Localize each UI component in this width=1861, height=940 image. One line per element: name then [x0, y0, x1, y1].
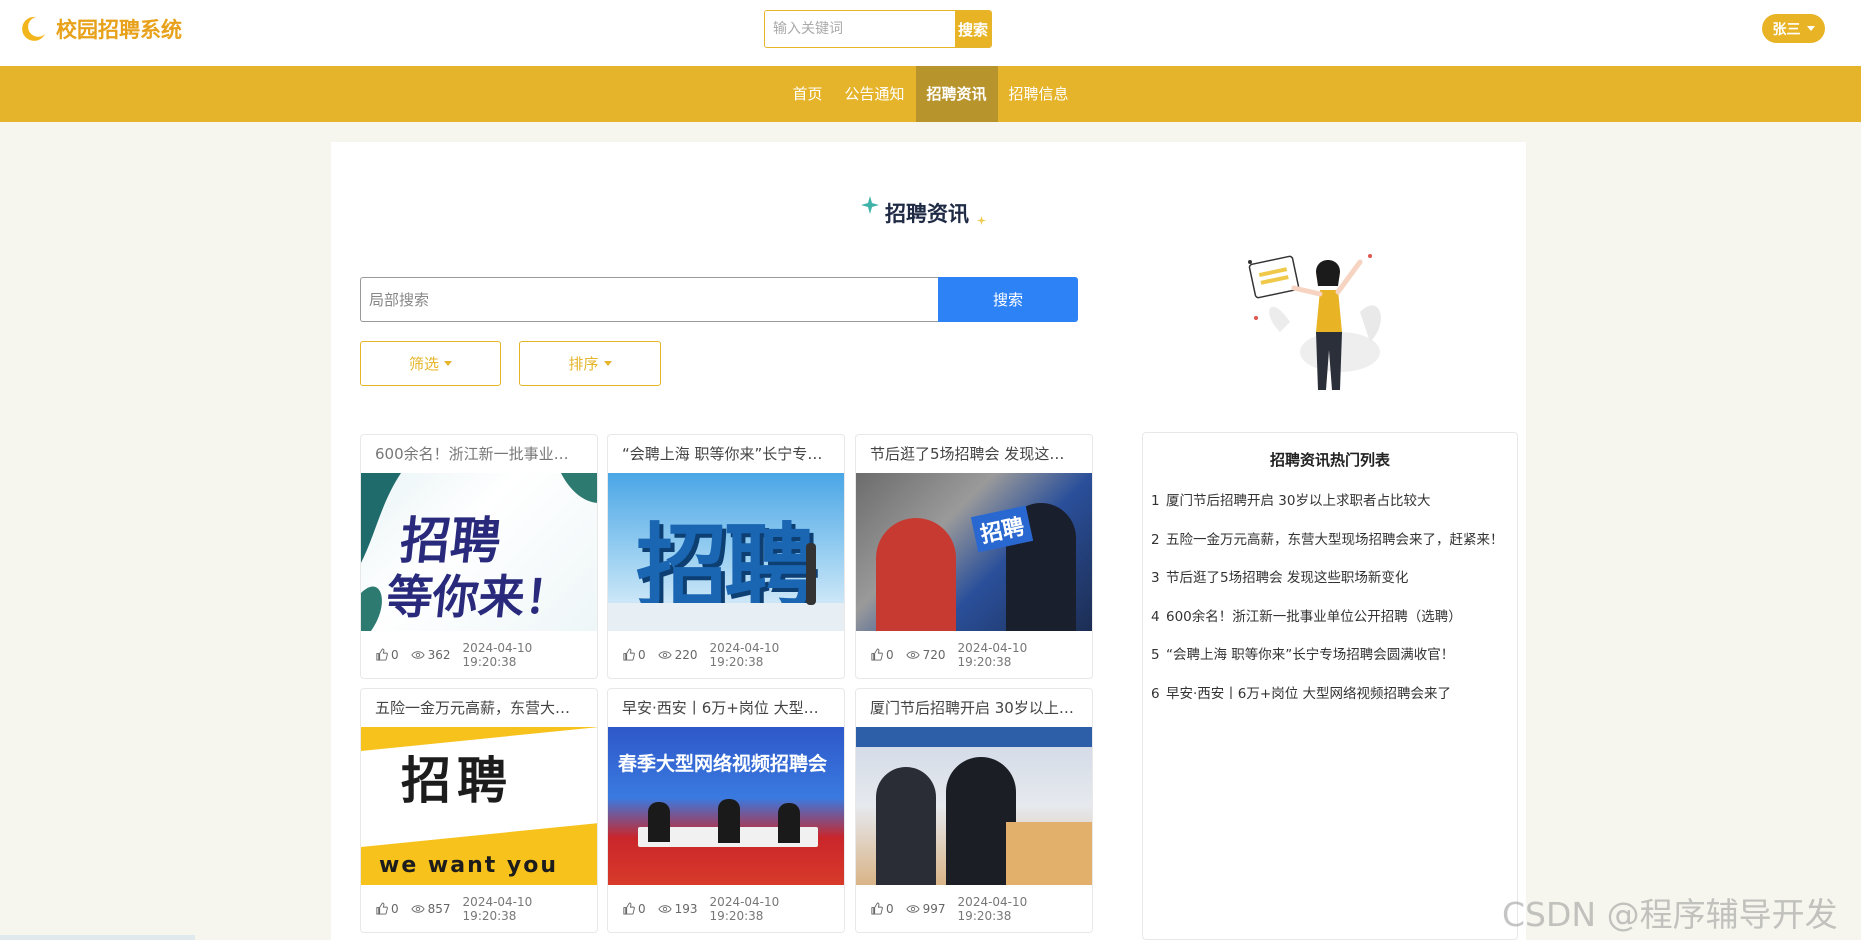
- sort-dropdown-button[interactable]: 排序: [519, 341, 661, 386]
- news-card-image[interactable]: 招聘: [856, 473, 1092, 631]
- news-card-date: 2024-04-10 19:20:38: [709, 640, 780, 669]
- eye-icon: [411, 904, 425, 913]
- news-card-date: 2024-04-10 19:20:38: [462, 640, 533, 669]
- view-count: 220: [658, 648, 698, 662]
- card-image-text: 春季大型网络视频招聘会: [618, 753, 828, 775]
- nav-item-jobs[interactable]: 招聘信息: [998, 66, 1080, 122]
- like-count[interactable]: 0: [622, 902, 646, 916]
- caret-down-icon: [603, 361, 612, 366]
- like-count[interactable]: 0: [870, 902, 894, 916]
- news-card-title: 厦门节后招聘开启 30岁以上求职者占比较大: [870, 699, 1092, 717]
- like-count[interactable]: 0: [622, 648, 646, 662]
- card-image-text: we want you: [379, 853, 559, 878]
- filter-label: 筛选: [408, 355, 439, 373]
- eye-icon: [658, 650, 672, 659]
- nav-item-news[interactable]: 招聘资讯: [915, 66, 998, 122]
- hot-news-item[interactable]: 2 五险一金万元高薪，东营大型现场招聘会来了，赶紧来！: [1143, 521, 1517, 560]
- like-count[interactable]: 0: [375, 648, 399, 662]
- news-card-title: 600余名！浙江新一批事业单位公开招聘（选聘）: [375, 445, 597, 463]
- news-card-meta: 0 997 2024-04-10 19:20:38: [856, 885, 1092, 932]
- hot-news-item[interactable]: 5 “会聘上海 职等你来”长宁专场招聘会圆满收官！: [1143, 636, 1517, 675]
- user-name: 张三: [1772, 21, 1801, 38]
- local-search-input[interactable]: [360, 277, 938, 322]
- news-card-date: 2024-04-10 19:20:38: [462, 894, 533, 923]
- header-search-input[interactable]: [765, 11, 955, 47]
- news-card[interactable]: 五险一金万元高薪，东营大型现场招聘会来了，赶紧来！ 招聘 we want you…: [360, 688, 598, 933]
- section-title: 招聘资讯: [885, 202, 969, 226]
- news-card[interactable]: 厦门节后招聘开启 30岁以上求职者占比较大 0 997 2024-04-10 1…: [855, 688, 1093, 933]
- hot-news-item[interactable]: 6 早安·西安丨6万+岗位 大型网络视频招聘会来了: [1143, 675, 1517, 714]
- star-decoration-icon: [977, 216, 986, 225]
- thumb-up-icon: [623, 648, 635, 661]
- news-card-title: 早安·西安丨6万+岗位 大型网络视频招聘会来了: [622, 699, 844, 717]
- view-count: 193: [658, 902, 698, 916]
- hot-news-panel: 招聘资讯热门列表 1 厦门节后招聘开启 30岁以上求职者占比较大 2 五险一金万元高…: [1142, 432, 1518, 940]
- local-search-bar: 搜索: [360, 277, 1078, 322]
- view-count: 362: [411, 648, 451, 662]
- filter-dropdown-button[interactable]: 筛选: [360, 341, 501, 386]
- nav-item-home[interactable]: 首页: [781, 66, 833, 122]
- card-image-text: 招聘: [401, 752, 513, 810]
- news-card-image[interactable]: 春季大型网络视频招聘会: [608, 727, 844, 885]
- view-count: 857: [411, 902, 451, 916]
- main-nav: 首页 公告通知 招聘资讯 招聘信息: [0, 66, 1861, 122]
- news-card[interactable]: 600余名！浙江新一批事业单位公开招聘（选聘） 招聘 等你来！ 0 362 20…: [360, 434, 598, 679]
- news-card-image[interactable]: 招聘 we want you: [361, 727, 597, 885]
- news-card-meta: 0 193 2024-04-10 19:20:38: [608, 885, 844, 932]
- news-card-date: 2024-04-10 19:20:38: [709, 894, 780, 923]
- horizontal-scrollbar[interactable]: [0, 935, 195, 940]
- thumb-up-icon: [623, 902, 635, 915]
- view-count: 997: [906, 902, 946, 916]
- caret-down-icon: [444, 361, 452, 366]
- news-card-date: 2024-04-10 19:20:38: [957, 894, 1028, 923]
- news-card-date: 2024-04-10 19:20:38: [957, 640, 1028, 669]
- sort-label: 排序: [568, 355, 599, 373]
- eye-icon: [906, 650, 920, 659]
- hot-news-list: 1 厦门节后招聘开启 30岁以上求职者占比较大 2 五险一金万元高薪，东营大型现场招…: [1143, 482, 1517, 713]
- eye-icon: [411, 650, 425, 659]
- news-card-meta: 0 220 2024-04-10 19:20:38: [608, 631, 844, 678]
- thumb-up-icon: [376, 902, 388, 915]
- header-search-button[interactable]: 搜索: [955, 11, 991, 47]
- thumb-up-icon: [376, 648, 388, 661]
- moon-logo-icon: [22, 16, 45, 41]
- logo[interactable]: 校园招聘系统: [18, 14, 182, 44]
- hot-news-item[interactable]: 1 厦门节后招聘开启 30岁以上求职者占比较大: [1143, 482, 1517, 521]
- header-search: 搜索: [764, 10, 992, 48]
- news-card-meta: 0 362 2024-04-10 19:20:38: [361, 631, 597, 678]
- news-card[interactable]: 节后逛了5场招聘会 发现这些职场新变化 招聘 0 720 2024-04-10 …: [855, 434, 1093, 679]
- eye-icon: [658, 904, 672, 913]
- news-card-image[interactable]: 招聘: [608, 473, 844, 631]
- like-count[interactable]: 0: [870, 648, 894, 662]
- news-card-image[interactable]: [856, 727, 1092, 885]
- view-count: 720: [906, 648, 946, 662]
- watermark: CSDN @程序辅导开发: [1502, 895, 1838, 934]
- news-card-meta: 0 857 2024-04-10 19:20:38: [361, 885, 597, 932]
- thumb-up-icon: [871, 902, 883, 915]
- star-decoration-icon: [861, 196, 879, 214]
- woman-holding-document-illustration: [1248, 254, 1381, 390]
- caret-down-icon: [1806, 26, 1815, 31]
- news-card-title: “会聘上海 职等你来”长宁专场招聘会圆满收官！: [622, 445, 844, 463]
- news-card-title: 五险一金万元高薪，东营大型现场招聘会来了，赶紧来！: [375, 699, 597, 717]
- nav-item-notices[interactable]: 公告通知: [833, 66, 915, 122]
- hot-news-title: 招聘资讯热门列表: [1269, 451, 1390, 469]
- news-card-meta: 0 720 2024-04-10 19:20:38: [856, 631, 1092, 678]
- user-menu-button[interactable]: 张三: [1762, 14, 1825, 43]
- hot-news-item[interactable]: 3 节后逛了5场招聘会 发现这些职场新变化: [1143, 559, 1517, 598]
- news-card[interactable]: “会聘上海 职等你来”长宁专场招聘会圆满收官！ 招聘 0 220 2024-04…: [607, 434, 845, 679]
- news-card-title: 节后逛了5场招聘会 发现这些职场新变化: [870, 445, 1092, 463]
- news-card-image[interactable]: 招聘 等你来！: [361, 473, 597, 631]
- card-image-text: 等你来！: [383, 570, 574, 624]
- news-card[interactable]: 早安·西安丨6万+岗位 大型网络视频招聘会来了 春季大型网络视频招聘会 0 19…: [607, 688, 845, 933]
- thumb-up-icon: [871, 648, 883, 661]
- app-title: 校园招聘系统: [56, 18, 182, 42]
- top-header: 校园招聘系统 搜索 张三: [0, 0, 1861, 66]
- like-count[interactable]: 0: [375, 902, 399, 916]
- hot-news-item[interactable]: 4 600余名！浙江新一批事业单位公开招聘（选聘）: [1143, 598, 1517, 637]
- local-search-button[interactable]: 搜索: [938, 277, 1078, 322]
- eye-icon: [906, 904, 920, 913]
